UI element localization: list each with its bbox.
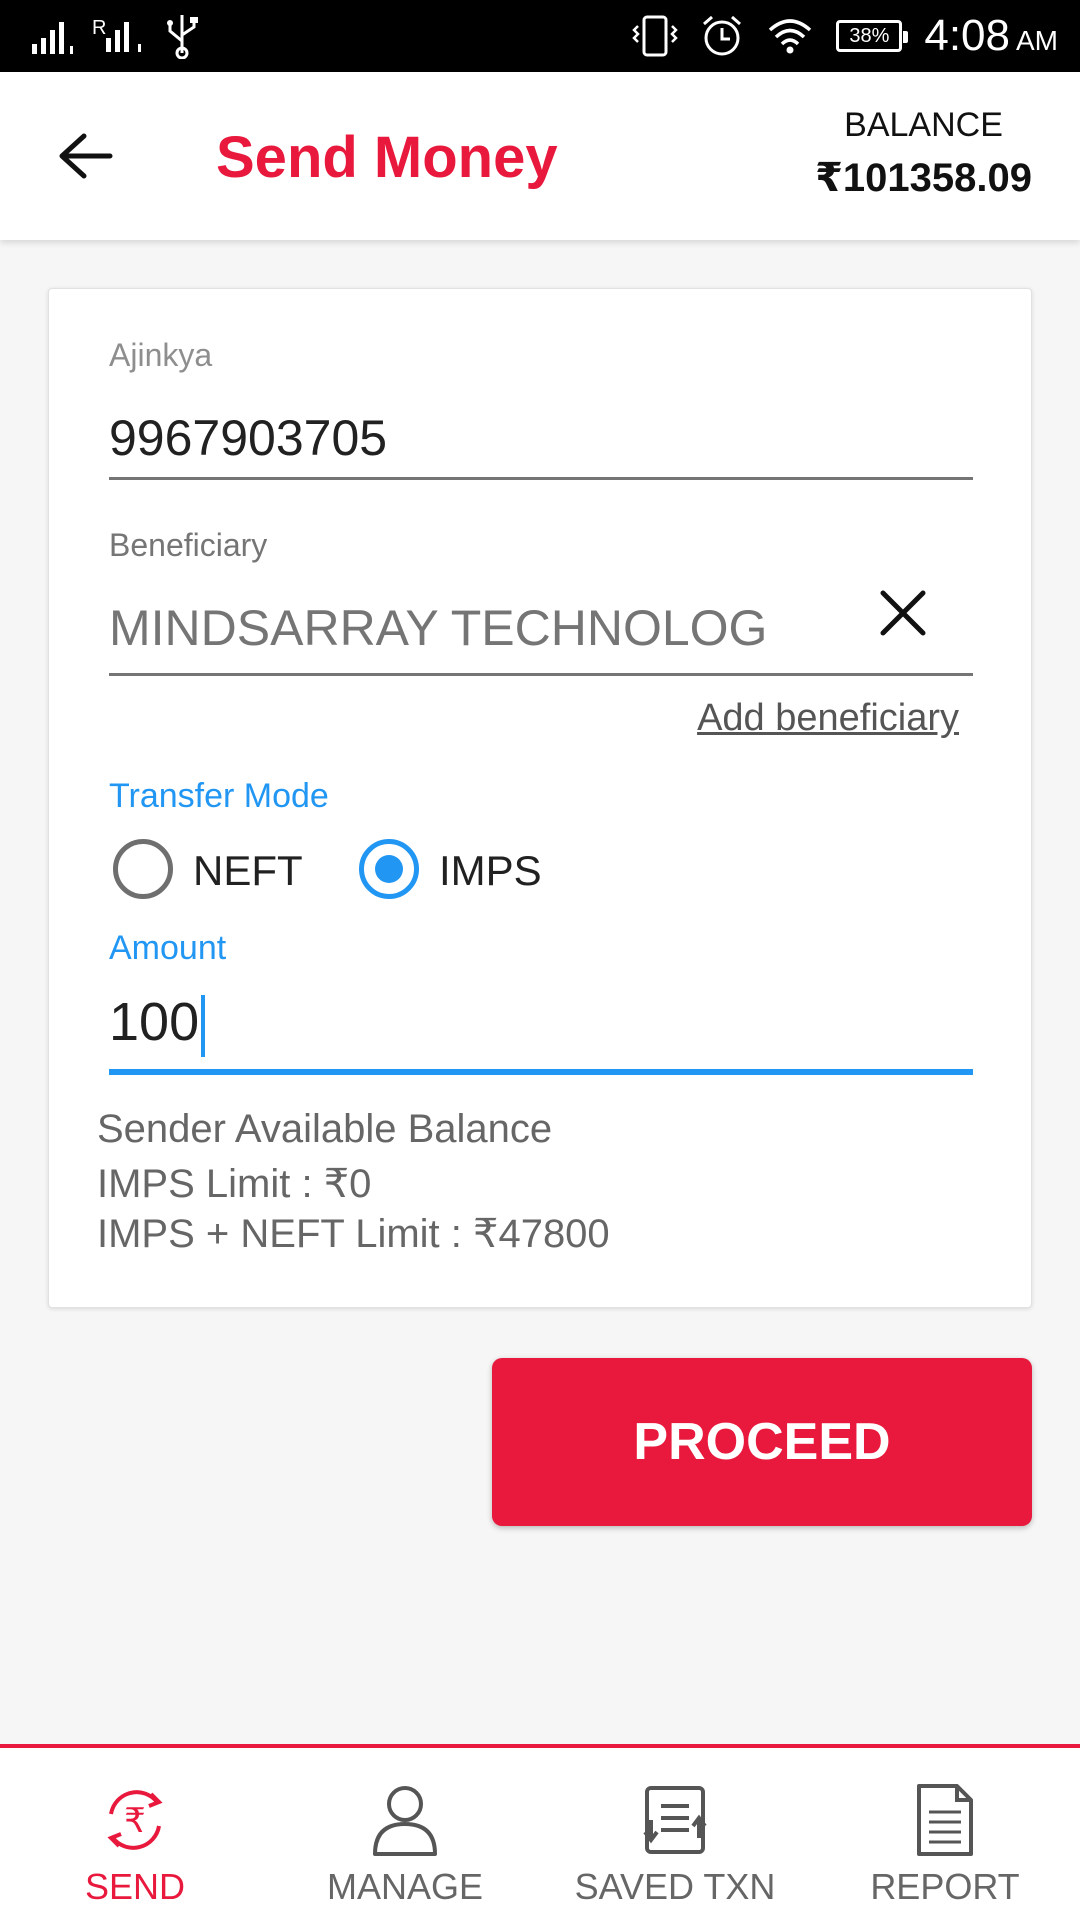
nav-item-manage[interactable]: MANAGE [270, 1748, 540, 1920]
status-right: 38% 4:08 AM [632, 8, 1058, 64]
sender-field-underline [109, 477, 973, 480]
amount-field-underline [109, 1069, 973, 1075]
nav-label-report: REPORT [870, 1866, 1020, 1907]
bottom-nav: ₹ SEND MANAGE SAVED TXN REPORT [0, 1744, 1080, 1920]
add-beneficiary-link[interactable]: Add beneficiary [697, 697, 959, 740]
vibrate-icon [632, 15, 679, 57]
status-bar: R 38% 4:08 AM [0, 0, 1080, 72]
sender-mobile-field[interactable]: 9967903705 [109, 409, 387, 467]
signal-sim1-icon [32, 22, 73, 54]
close-icon [880, 590, 926, 636]
nav-label-manage: MANAGE [326, 1866, 484, 1907]
saved-list-icon [643, 1786, 707, 1854]
usb-icon [167, 15, 198, 59]
neft-radio-label[interactable]: NEFT [193, 847, 303, 895]
amount-label: Amount [109, 929, 227, 967]
svg-text:R: R [92, 17, 106, 39]
page-title: Send Money [216, 125, 558, 190]
sender-name-label: Ajinkya [109, 337, 213, 373]
user-icon [373, 1786, 437, 1856]
nav-item-send[interactable]: ₹ SEND [0, 1748, 270, 1920]
sender-balance-heading: Sender Available Balance [97, 1107, 553, 1151]
alarm-icon [703, 15, 742, 56]
imps-radio[interactable] [359, 839, 419, 899]
neft-radio[interactable] [113, 839, 173, 899]
signal-sim2-icon: R [92, 17, 141, 52]
nav-label-saved-txn: SAVED TXN [574, 1866, 776, 1907]
battery-icon: 38% [836, 20, 909, 52]
nav-item-report[interactable]: REPORT [810, 1748, 1080, 1920]
document-icon [917, 1784, 973, 1856]
text-cursor [201, 994, 206, 1057]
svg-text:₹: ₹ [124, 1801, 146, 1841]
transfer-mode-label: Transfer Mode [109, 777, 329, 815]
imps-radio-label[interactable]: IMPS [439, 847, 542, 895]
clock: 4:08 AM [924, 11, 1058, 61]
send-money-form-card: Ajinkya 9967903705 Beneficiary MINDSARRA… [48, 288, 1032, 1308]
wifi-icon [769, 19, 812, 54]
balance-label: BALANCE [844, 106, 1003, 144]
nav-label-send: SEND [84, 1866, 186, 1907]
clock-ampm: AM [1016, 25, 1058, 56]
beneficiary-field[interactable]: MINDSARRAY TECHNOLOG [109, 599, 767, 657]
battery-level: 38% [849, 24, 890, 47]
amount-input[interactable]: 100 [109, 991, 206, 1057]
nav-item-saved-txn[interactable]: SAVED TXN [540, 1748, 810, 1920]
balance-value: ₹101358.09 [815, 156, 1032, 200]
clock-time: 4:08 [924, 11, 1010, 60]
back-button[interactable] [50, 122, 120, 192]
amount-value: 100 [109, 992, 200, 1052]
clear-beneficiary-button[interactable] [875, 585, 931, 641]
balance-display: BALANCE ₹101358.09 [815, 106, 1032, 201]
imps-limit-text: IMPS Limit : ₹0 [97, 1162, 372, 1206]
imps-neft-limit-text: IMPS + NEFT Limit : ₹47800 [97, 1212, 610, 1256]
send-money-screen: R 38% 4:08 AM Send Money BALANCE ₹101358… [0, 0, 1080, 1920]
status-left: R [30, 10, 202, 62]
beneficiary-field-underline [109, 673, 973, 676]
arrow-left-icon [59, 133, 113, 179]
beneficiary-label: Beneficiary [109, 527, 268, 563]
rupee-exchange-icon: ₹ [107, 1790, 163, 1850]
proceed-button[interactable]: PROCEED [492, 1358, 1032, 1526]
app-bar: Send Money BALANCE ₹101358.09 [0, 72, 1080, 240]
